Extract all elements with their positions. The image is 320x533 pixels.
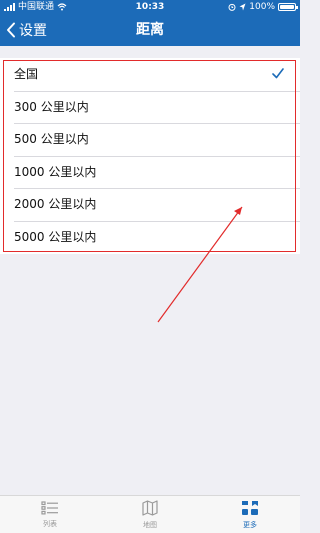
tab-more[interactable]: 更多 (200, 496, 300, 533)
distance-list: 全国 300 公里以内 500 公里以内 1000 公里以内 2000 公里以内 5000… (0, 58, 300, 254)
location-icon (239, 3, 246, 11)
back-button-label: 设置 (19, 23, 47, 39)
distance-option-label: 2000 公里以内 (14, 197, 97, 212)
list-icon (41, 500, 59, 517)
distance-option-label: 全国 (14, 67, 39, 81)
tab-label: 更多 (243, 520, 257, 529)
distance-option[interactable]: 300 公里以内 (0, 90, 300, 124)
distance-option-label: 5000 公里以内 (14, 229, 97, 244)
battery-icon (278, 3, 298, 11)
tab-label: 列表 (43, 519, 57, 528)
tab-bar: 列表 地图 更多 (0, 495, 300, 533)
distance-option[interactable]: 全国 (0, 58, 300, 91)
distance-option[interactable]: 5000 公里以内 (0, 220, 300, 254)
distance-option[interactable]: 1000 公里以内 (0, 155, 300, 189)
chevron-left-icon (7, 22, 15, 38)
status-right: 100% (228, 0, 298, 14)
distance-option[interactable]: 500 公里以内 (0, 123, 300, 156)
more-icon (241, 500, 259, 518)
checkmark-icon (272, 68, 284, 79)
nav-bar: 距离 设置 (0, 16, 300, 44)
battery-percent: 100% (249, 2, 275, 12)
distance-option-label: 1000 公里以内 (14, 164, 97, 179)
tab-list[interactable]: 列表 (0, 496, 100, 533)
alarm-icon (228, 3, 236, 11)
map-icon (142, 499, 158, 518)
distance-option-label: 500 公里以内 (14, 132, 89, 147)
app-header: 中国联通 10:33 100% 距离 设置 (0, 0, 300, 46)
distance-option-label: 300 公里以内 (14, 99, 89, 114)
distance-option[interactable]: 2000 公里以内 (0, 188, 300, 221)
tab-label: 地图 (143, 520, 157, 529)
tab-map[interactable]: 地图 (100, 496, 200, 533)
back-button[interactable]: 设置 (6, 18, 47, 42)
status-bar: 中国联通 10:33 100% (0, 0, 300, 14)
